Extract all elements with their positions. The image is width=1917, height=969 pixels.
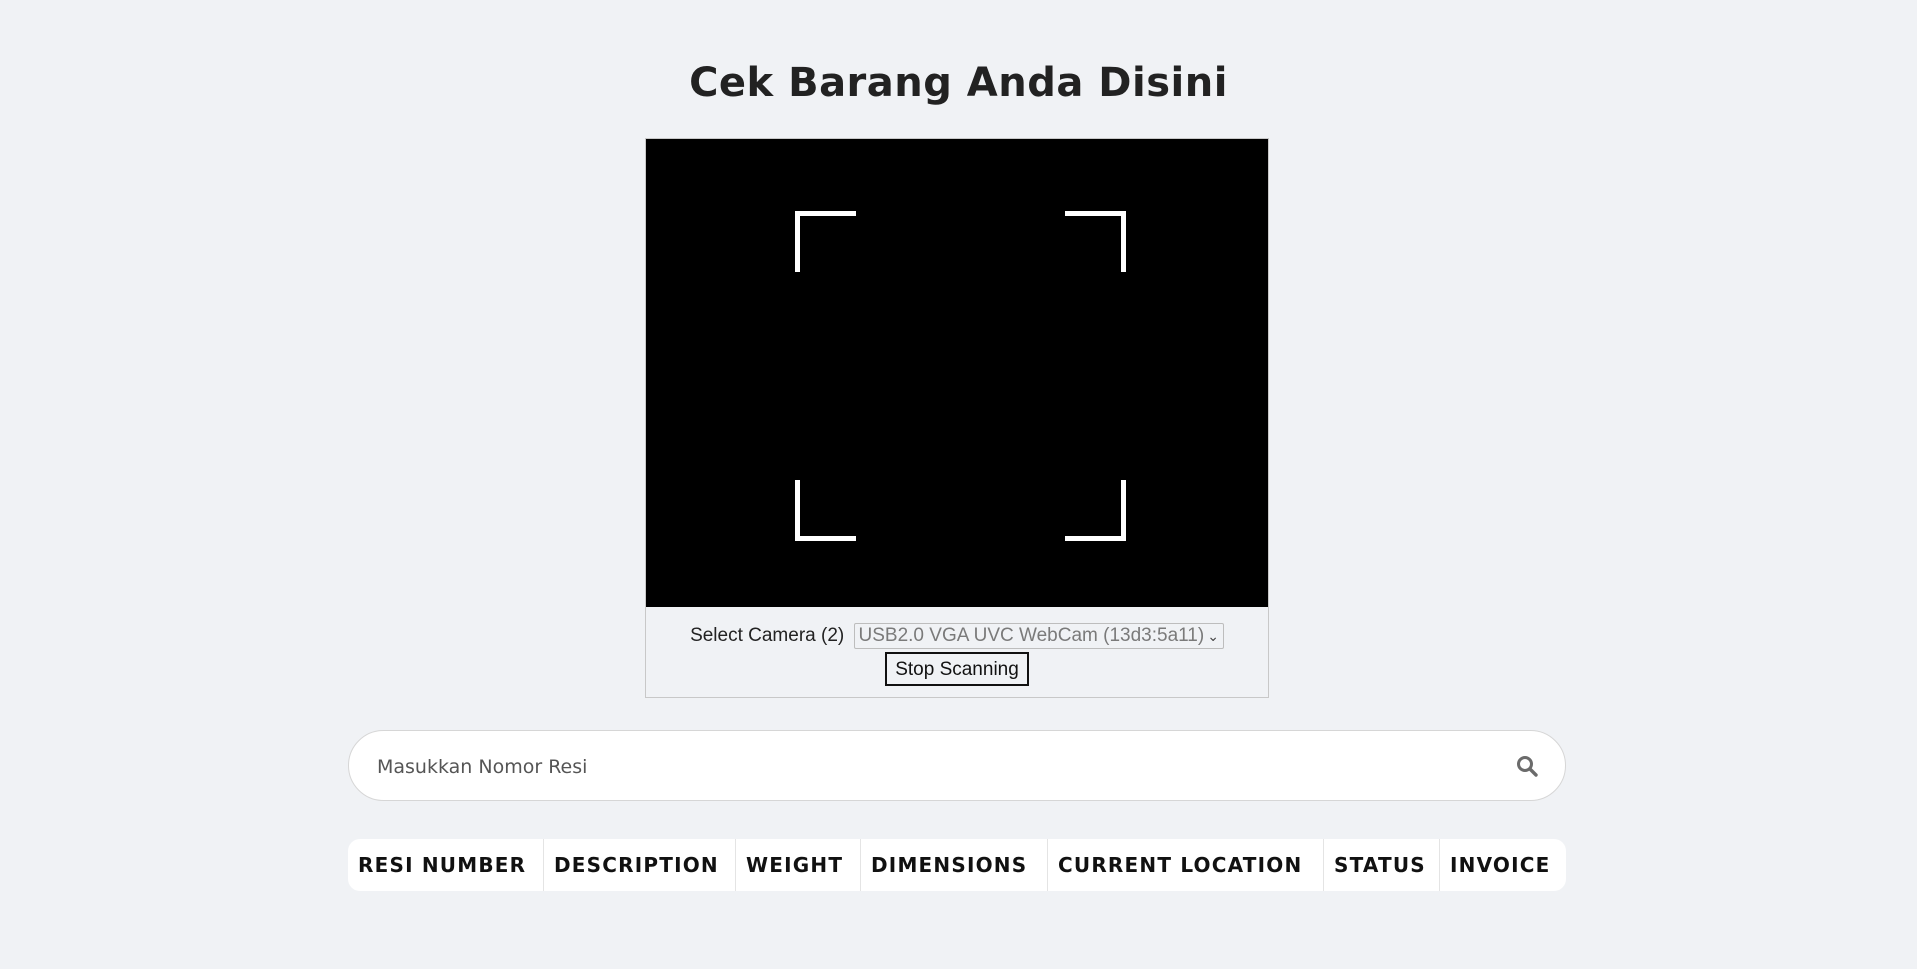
camera-select[interactable]: USB2.0 VGA UVC WebCam (13d3:5a11) ⌄ <box>853 623 1224 649</box>
column-header-status: STATUS <box>1323 839 1439 891</box>
chevron-down-icon: ⌄ <box>1207 628 1219 644</box>
camera-preview <box>646 139 1268 607</box>
camera-select-row: Select Camera (2) USB2.0 VGA UVC WebCam … <box>646 623 1268 649</box>
scan-frame-corner-top-right <box>1065 211 1126 272</box>
stop-button-row: Stop Scanning <box>646 652 1268 686</box>
column-header-dimensions: DIMENSIONS <box>860 839 1047 891</box>
camera-select-label: Select Camera (2) <box>690 625 845 646</box>
column-header-weight: WEIGHT <box>735 839 860 891</box>
page-title: Cek Barang Anda Disini <box>689 60 1228 106</box>
column-header-current-location: CURRENT LOCATION <box>1047 839 1323 891</box>
camera-select-value: USB2.0 VGA UVC WebCam (13d3:5a11) <box>858 625 1205 646</box>
stop-scanning-button[interactable]: Stop Scanning <box>885 652 1029 686</box>
scan-frame-corner-top-left <box>795 211 856 272</box>
resi-search-bar <box>348 730 1566 802</box>
column-header-invoice: INVOICE <box>1439 839 1566 891</box>
search-icon[interactable] <box>1515 754 1539 778</box>
resi-results-table: RESI NUMBER DESCRIPTION WEIGHT DIMENSION… <box>348 839 1566 891</box>
resi-search-input[interactable] <box>375 731 1499 802</box>
column-header-resi-number: RESI NUMBER <box>358 853 527 877</box>
table-header-row: RESI NUMBER DESCRIPTION WEIGHT DIMENSION… <box>348 839 1566 891</box>
scan-frame-corner-bottom-right <box>1065 480 1126 541</box>
qr-scanner-panel: Select Camera (2) USB2.0 VGA UVC WebCam … <box>645 138 1269 698</box>
column-header-description: DESCRIPTION <box>543 839 735 891</box>
scan-frame-corner-bottom-left <box>795 480 856 541</box>
